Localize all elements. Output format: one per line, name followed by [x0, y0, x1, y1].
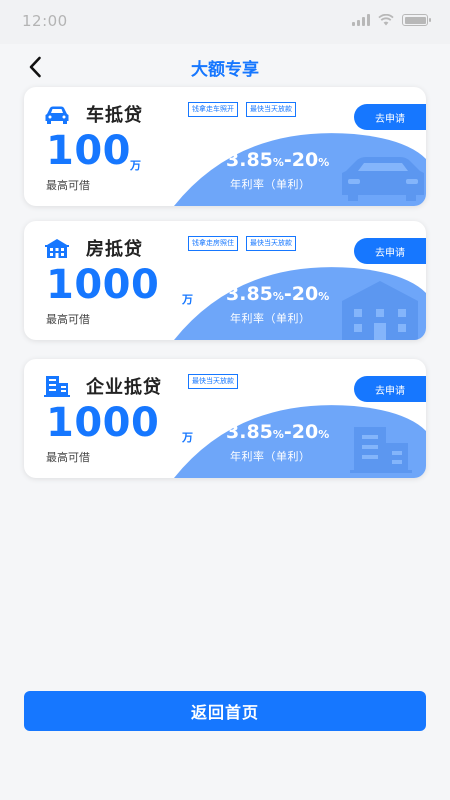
card-title: 房抵贷 — [86, 239, 143, 260]
card-title: 车抵贷 — [86, 105, 143, 126]
nav-bar: 大额专享 — [0, 44, 450, 88]
max-amount: 1000 — [46, 262, 160, 308]
feature-tag: 钱拿走房照住 — [188, 236, 238, 251]
feature-tag: 钱拿走车照开 — [188, 102, 238, 117]
amount-caption: 最高可借 — [46, 179, 90, 192]
status-bar: 12:00 — [0, 0, 450, 44]
page-title: 大额专享 — [191, 60, 259, 80]
loan-card-car[interactable]: 车抵贷 钱拿走车照开 最快当天放款 去申请 100 万 最高可借 3.85%-2… — [24, 87, 426, 206]
apply-button[interactable]: 去申请 — [354, 376, 426, 402]
tag-list: 钱拿走房照住 最快当天放款 — [188, 236, 296, 251]
building-icon — [45, 239, 69, 258]
feature-tag: 最快当天放款 — [188, 374, 238, 389]
signal-icon — [352, 14, 370, 26]
interest-rate: 3.85%-20% — [226, 283, 330, 305]
amount-caption: 最高可借 — [46, 451, 90, 464]
loan-card-enterprise[interactable]: 企业抵贷 最快当天放款 去申请 1000 万 最高可借 3.85%-20% 年利… — [24, 359, 426, 478]
return-home-button[interactable]: 返回首页 — [24, 691, 426, 731]
tag-list: 钱拿走车照开 最快当天放款 — [188, 102, 296, 117]
rate-caption: 年利率（单利） — [230, 450, 311, 463]
apply-button[interactable]: 去申请 — [354, 238, 426, 264]
amount-unit: 万 — [182, 293, 193, 306]
interest-rate: 3.85%-20% — [226, 149, 330, 171]
rate-caption: 年利率（单利） — [230, 178, 311, 191]
interest-rate: 3.85%-20% — [226, 421, 330, 443]
office-icon — [44, 376, 70, 397]
feature-tag: 最快当天放款 — [246, 102, 296, 117]
amount-unit: 万 — [130, 159, 141, 172]
status-icons — [352, 14, 431, 26]
feature-tag: 最快当天放款 — [246, 236, 296, 251]
max-amount: 1000 — [46, 400, 160, 446]
car-icon — [45, 106, 69, 124]
apply-button[interactable]: 去申请 — [354, 104, 426, 130]
tag-list: 最快当天放款 — [188, 374, 238, 389]
loan-card-house[interactable]: 房抵贷 钱拿走房照住 最快当天放款 去申请 1000 万 最高可借 3.85%-… — [24, 221, 426, 340]
battery-icon — [402, 14, 431, 26]
max-amount: 100 — [46, 128, 131, 174]
card-title: 企业抵贷 — [86, 377, 162, 398]
rate-caption: 年利率（单利） — [230, 312, 311, 325]
amount-caption: 最高可借 — [46, 313, 90, 326]
status-time: 12:00 — [22, 12, 68, 30]
amount-unit: 万 — [182, 431, 193, 444]
wifi-icon — [378, 14, 394, 26]
